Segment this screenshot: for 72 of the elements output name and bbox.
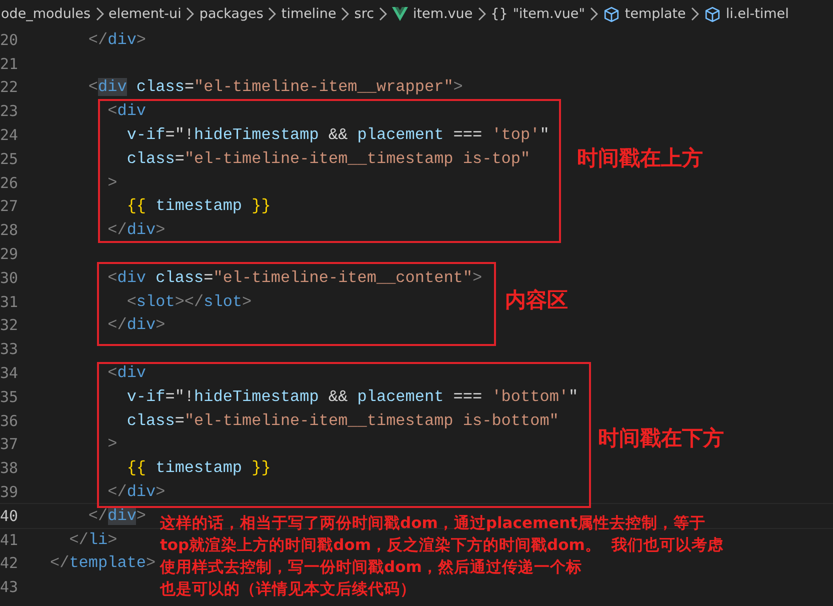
chevron-icon — [340, 7, 350, 21]
cube-icon — [602, 6, 620, 22]
line-number: 38 — [0, 459, 20, 478]
line-number: 23 — [0, 102, 20, 120]
line-number: 21 — [0, 54, 20, 73]
breadcrumb-item[interactable]: timeline — [281, 6, 336, 22]
braces-icon: {} — [490, 6, 508, 22]
breadcrumb-item[interactable]: src — [354, 6, 374, 22]
breadcrumb-item[interactable]: item.vue — [413, 6, 473, 22]
vue-logo-icon — [392, 7, 408, 21]
line-number: 26 — [0, 174, 20, 192]
line-number: 27 — [0, 197, 20, 216]
code-line: class="el-timeline-item__timestamp is-top" — [126, 150, 530, 168]
annotation-note: 使用样式去控制，写一份时间戳dom，然后通过传递一个标 — [160, 557, 583, 578]
line-number: 24 — [0, 126, 20, 144]
code-line: </template> — [50, 554, 156, 572]
breadcrumb-item[interactable]: "item.vue" — [512, 6, 585, 22]
code-line: <slot></slot> — [126, 292, 252, 311]
annotation-note: 这样的话，相当于写了两份时间戳dom，通过placement属性去控制，等于 — [160, 513, 707, 534]
line-number: 32 — [0, 316, 20, 334]
annotation-note: top就渲染上方的时间戳dom，反之渲染下方的时间戳dom。 我们也可以考虑 — [160, 535, 725, 556]
code-line: <div class="el-timeline-item__content"> — [106, 268, 482, 287]
line-number: 25 — [0, 150, 20, 168]
code-line: </div> — [87, 30, 146, 49]
line-number: 43 — [0, 578, 20, 596]
line-number: 37 — [0, 435, 20, 454]
cube-icon — [704, 6, 721, 22]
breadcrumb-item[interactable]: li.el-timel — [726, 6, 789, 22]
chevron-icon — [94, 7, 105, 21]
code-line: {{ timestamp }} — [126, 197, 271, 216]
line-number: 39 — [0, 483, 20, 502]
line-number: 35 — [0, 388, 20, 406]
code-line: <div — [106, 102, 146, 120]
code-line: class="el-timeline-item__timestamp is-bottom" — [126, 412, 559, 430]
code-line: <div — [106, 364, 146, 382]
code-line: </div> — [106, 221, 166, 240]
chevron-icon — [267, 7, 278, 21]
line-number: 28 — [0, 221, 20, 240]
code-line: <div class="el-timeline-item__wrapper"> — [87, 78, 463, 96]
line-number: 41 — [0, 530, 20, 549]
chevron-icon — [588, 7, 599, 21]
line-number: 31 — [0, 292, 20, 311]
annotation-label: 内容区 — [505, 287, 568, 314]
code-line: > — [106, 435, 118, 454]
code-line: </div> — [106, 483, 166, 502]
breadcrumb-item[interactable]: ode_modules — [1, 6, 91, 22]
chevron-icon — [378, 7, 388, 21]
chevron-icon — [185, 7, 196, 21]
line-number: 22 — [0, 78, 20, 96]
chevron-icon — [690, 7, 700, 21]
code-line: v-if="!hideTimestamp && placement === 'bottom'" — [126, 388, 578, 406]
code-line: </div> — [87, 506, 146, 525]
code-line: </div> — [106, 316, 166, 334]
line-number: 42 — [0, 554, 20, 572]
code-line: > — [106, 174, 118, 192]
line-number: 40 — [0, 506, 20, 525]
chevron-icon — [476, 7, 487, 21]
line-number: 33 — [0, 340, 20, 358]
code-line: </li> — [68, 530, 118, 549]
breadcrumb-item[interactable]: packages — [199, 6, 264, 22]
line-number: 30 — [0, 268, 20, 287]
line-number: 29 — [0, 245, 20, 264]
annotation-note: 也是可以的（详情见本文后续代码） — [160, 579, 417, 600]
code-line: {{ timestamp }} — [126, 459, 271, 478]
line-number: 20 — [0, 30, 20, 49]
annotation-label: 时间戳在上方 — [577, 145, 703, 172]
breadcrumb-item[interactable]: element-ui — [108, 6, 182, 22]
annotation-label: 时间戳在下方 — [598, 425, 724, 452]
code-line: v-if="!hideTimestamp && placement === 'top'" — [126, 126, 550, 144]
line-number: 36 — [0, 412, 20, 430]
breadcrumb-item[interactable]: template — [624, 6, 686, 22]
line-number: 34 — [0, 364, 20, 382]
